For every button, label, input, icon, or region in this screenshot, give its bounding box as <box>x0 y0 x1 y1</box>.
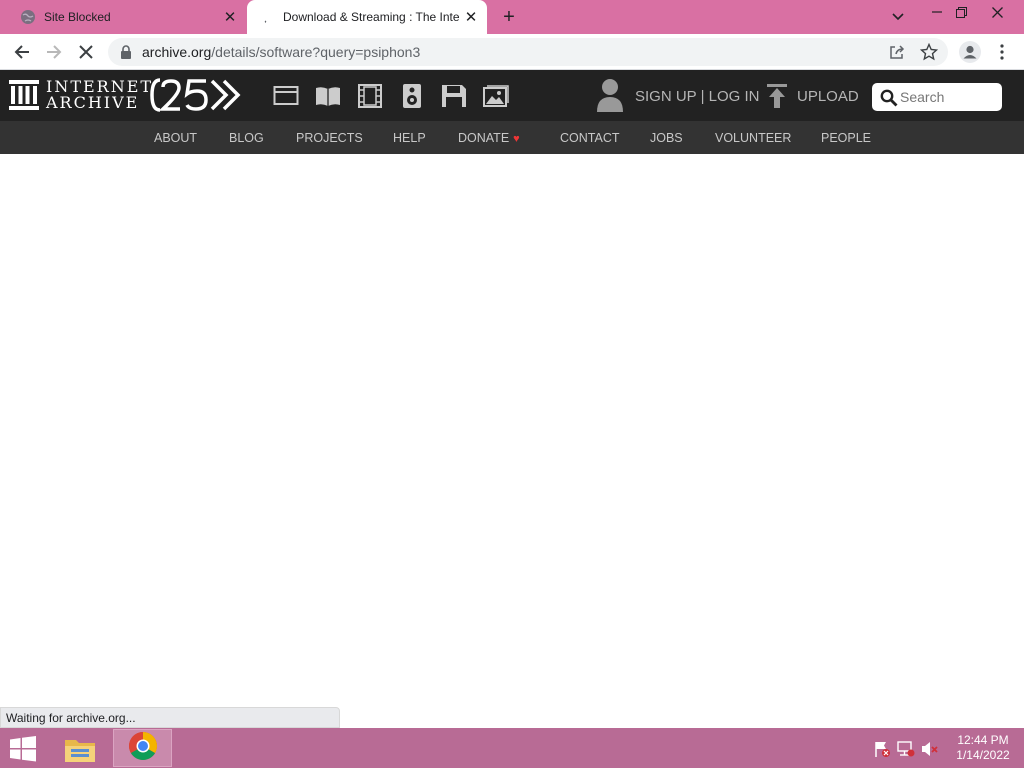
web-icon[interactable] <box>273 84 299 108</box>
file-explorer-icon[interactable] <box>62 732 100 766</box>
url-domain: archive.org <box>142 44 212 60</box>
nav-jobs[interactable]: JOBS <box>650 131 683 145</box>
search-icon[interactable] <box>880 89 898 107</box>
tab-strip: Site Blocked ✕ Download & Streaming : Th… <box>0 0 1024 34</box>
loading-spinner-icon <box>259 9 275 25</box>
ia-search-input[interactable] <box>900 87 996 107</box>
tab-download-streaming[interactable]: Download & Streaming : The Inte ✕ <box>247 0 487 34</box>
bookmark-star-icon[interactable] <box>919 42 939 61</box>
tab-close-icon[interactable]: ✕ <box>220 7 240 27</box>
chrome-icon <box>128 731 158 766</box>
tab-close-icon[interactable]: ✕ <box>461 7 481 27</box>
software-icon[interactable] <box>441 84 467 108</box>
profile-avatar-icon[interactable] <box>956 38 984 66</box>
volume-muted-icon[interactable] <box>921 740 939 758</box>
chrome-taskbar-button[interactable] <box>113 729 172 767</box>
url-text[interactable]: archive.org/details/software?query=psiph… <box>142 44 420 60</box>
nav-help[interactable]: HELP <box>393 131 426 145</box>
nav-projects[interactable]: PROJECTS <box>296 131 363 145</box>
globe-icon <box>20 9 36 25</box>
upload-icon[interactable] <box>766 84 788 108</box>
windows-taskbar: 12:44 PM 1/14/2022 <box>0 728 1024 768</box>
audio-icon[interactable] <box>399 84 425 108</box>
ia-wordmark-line2: ARCHIVE <box>46 93 140 112</box>
texts-icon[interactable] <box>315 84 341 108</box>
nav-blog[interactable]: BLOG <box>229 131 264 145</box>
images-icon[interactable] <box>483 84 509 108</box>
upload-link[interactable]: UPLOAD <box>797 88 859 105</box>
windows-start-icon[interactable] <box>8 736 38 762</box>
page-content <box>0 154 1024 707</box>
tab-title: Download & Streaming : The Inte <box>283 10 460 24</box>
nav-about[interactable]: ABOUT <box>154 131 197 145</box>
close-window-button[interactable] <box>980 0 1014 24</box>
new-tab-button[interactable]: + <box>498 6 520 28</box>
network-icon[interactable] <box>897 740 915 758</box>
ia-wordmark[interactable]: INTERNET ARCHIVE <box>46 79 153 111</box>
ia-header: INTERNET ARCHIVE SIGN UP | LOG IN UPLOAD <box>0 70 1024 121</box>
status-bubble: Waiting for archive.org... <box>0 707 340 728</box>
nav-people[interactable]: PEOPLE <box>821 131 871 145</box>
nav-donate-label: DONATE <box>458 131 510 145</box>
nav-volunteer[interactable]: VOLUNTEER <box>715 131 791 145</box>
share-icon[interactable] <box>888 43 906 61</box>
signup-login-link[interactable]: SIGN UP | LOG IN <box>635 88 759 105</box>
system-clock[interactable]: 12:44 PM 1/14/2022 <box>952 733 1014 763</box>
action-center-flag-icon[interactable] <box>873 740 891 758</box>
heart-icon: ♥ <box>513 133 520 145</box>
ia-temple-logo-icon[interactable] <box>9 80 39 110</box>
user-icon[interactable] <box>596 78 624 112</box>
ia-search-box[interactable] <box>872 83 1002 111</box>
url-path: /details/software?query=psiphon3 <box>211 44 421 60</box>
nav-donate[interactable]: DONATE ♥ <box>458 131 520 145</box>
clock-date: 1/14/2022 <box>956 748 1010 762</box>
address-bar[interactable]: archive.org/details/software?query=psiph… <box>108 38 948 66</box>
menu-kebab-icon[interactable] <box>988 38 1016 66</box>
restore-button[interactable] <box>944 0 978 24</box>
ia-subnav: ABOUT BLOG PROJECTS HELP DONATE ♥ CONTACT… <box>0 121 1024 154</box>
tab-title: Site Blocked <box>44 10 111 24</box>
stop-loading-button[interactable] <box>72 38 100 66</box>
video-icon[interactable] <box>357 84 383 108</box>
ia-25th-anniversary-logo-icon[interactable] <box>150 78 246 112</box>
clock-time: 12:44 PM <box>957 733 1009 747</box>
back-button[interactable] <box>8 38 36 66</box>
nav-contact[interactable]: CONTACT <box>560 131 620 145</box>
forward-button[interactable] <box>40 38 68 66</box>
browser-toolbar: archive.org/details/software?query=psiph… <box>0 34 1024 70</box>
tab-site-blocked[interactable]: Site Blocked ✕ <box>8 0 246 34</box>
tab-search-chevron-icon[interactable] <box>888 8 908 26</box>
lock-icon <box>120 45 132 59</box>
